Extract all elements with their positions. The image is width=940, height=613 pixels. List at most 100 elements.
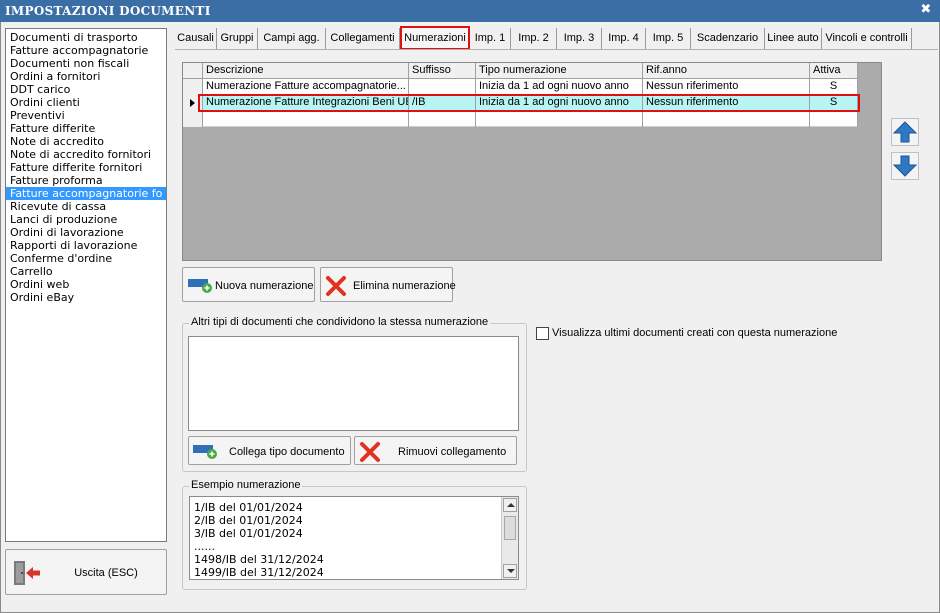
example-line: 1499/IB del 31/12/2024: [194, 566, 324, 579]
example-numbering-text[interactable]: 1/IB del 01/01/2024 2/IB del 01/01/2024 3/…: [189, 496, 519, 580]
scroll-down-icon[interactable]: [503, 564, 517, 578]
doc-type-item[interactable]: Fatture accompagnatorie: [6, 44, 166, 57]
tab-imp-1[interactable]: Imp. 1: [470, 28, 511, 49]
cell-descrizione[interactable]: Numerazione Fatture accompagnatorie...: [203, 79, 409, 95]
doc-type-item[interactable]: Preventivi: [6, 109, 166, 122]
doc-type-item[interactable]: Ricevute di cassa: [6, 200, 166, 213]
tab-collegamenti[interactable]: Collegamenti: [326, 28, 400, 49]
doc-type-item[interactable]: Lanci di produzione: [6, 213, 166, 226]
doc-type-item[interactable]: Fatture differite fornitori: [6, 161, 166, 174]
shared-document-types-list[interactable]: [188, 336, 519, 431]
doc-type-item[interactable]: Ordini web: [6, 278, 166, 291]
show-last-documents-label: Visualizza ultimi documenti creati con q…: [552, 327, 838, 339]
grid-row-selected[interactable]: Numerazione Fatture Integrazioni Beni UE…: [183, 95, 858, 111]
tab-causali[interactable]: Causali: [175, 28, 217, 49]
arrow-down-icon: [892, 155, 918, 177]
close-icon[interactable]: ✖: [918, 2, 934, 18]
exit-door-icon: [14, 561, 40, 585]
tab-gruppi[interactable]: Gruppi: [217, 28, 258, 49]
cell-empty[interactable]: [810, 111, 858, 127]
new-numbering-button[interactable]: Nuova numerazione: [182, 267, 315, 302]
doc-type-item[interactable]: Fatture differite: [6, 122, 166, 135]
column-header-rif-anno[interactable]: Rif.anno: [643, 63, 810, 79]
doc-type-item[interactable]: Note di accredito fornitori: [6, 148, 166, 161]
doc-type-item[interactable]: Rapporti di lavorazione: [6, 239, 166, 252]
tab-scadenzario[interactable]: Scadenzario: [691, 28, 765, 49]
move-down-button[interactable]: [891, 152, 919, 180]
column-header-tipo[interactable]: Tipo numerazione: [476, 63, 643, 79]
add-record-icon: [188, 279, 212, 293]
row-header-current[interactable]: [183, 95, 203, 111]
column-header-descrizione[interactable]: Descrizione: [203, 63, 409, 79]
new-numbering-label: Nuova numerazione: [215, 280, 314, 292]
link-add-icon: [193, 445, 217, 459]
cell-rif-anno[interactable]: Nessun riferimento: [643, 79, 810, 95]
doc-type-item[interactable]: Note di accredito: [6, 135, 166, 148]
delete-numbering-label: Elimina numerazione: [353, 280, 456, 292]
delete-numbering-button[interactable]: Elimina numerazione: [320, 267, 456, 302]
show-last-documents-checkbox[interactable]: [536, 327, 549, 340]
example-line: ......: [194, 540, 215, 553]
tab-imp-5[interactable]: Imp. 5: [646, 28, 691, 49]
cell-suffisso[interactable]: [409, 79, 476, 95]
remove-x-icon: [360, 442, 380, 462]
doc-type-item[interactable]: Ordini clienti: [6, 96, 166, 109]
example-line: 3/IB del 01/01/2024: [194, 527, 303, 540]
tab-imp-4[interactable]: Imp. 4: [602, 28, 646, 49]
cell-empty[interactable]: [203, 111, 409, 127]
exit-button-label: Uscita (ESC): [74, 567, 138, 579]
cell-suffisso[interactable]: /IB: [409, 95, 476, 111]
doc-type-item[interactable]: Fatture proforma: [6, 174, 166, 187]
example-lines: 1/IB del 01/01/2024 2/IB del 01/01/2024 3/…: [190, 501, 324, 579]
doc-type-item[interactable]: Ordini a fornitori: [6, 70, 166, 83]
example-line: 2/IB del 01/01/2024: [194, 514, 303, 527]
tab-linee-auto[interactable]: Linee auto: [765, 28, 822, 49]
window-title: IMPOSTAZIONI DOCUMENTI: [5, 4, 211, 18]
cell-descrizione[interactable]: Numerazione Fatture Integrazioni Beni UE: [203, 95, 409, 111]
tab-imp-2[interactable]: Imp. 2: [511, 28, 557, 49]
numerazioni-grid[interactable]: Descrizione Suffisso Tipo numerazione Ri…: [182, 62, 882, 261]
scroll-thumb[interactable]: [504, 516, 516, 540]
grid-new-row[interactable]: [183, 111, 858, 127]
cell-empty[interactable]: [643, 111, 810, 127]
doc-type-item[interactable]: Carrello: [6, 265, 166, 278]
doc-type-item[interactable]: Ordini di lavorazione: [6, 226, 166, 239]
scroll-up-icon[interactable]: [503, 498, 517, 512]
grid-header: Descrizione Suffisso Tipo numerazione Ri…: [183, 63, 858, 79]
cell-tipo[interactable]: Inizia da 1 ad ogni nuovo anno: [476, 79, 643, 95]
grid-header-corner: [183, 63, 203, 79]
cell-empty[interactable]: [409, 111, 476, 127]
move-up-button[interactable]: [891, 118, 919, 146]
doc-type-item[interactable]: DDT carico: [6, 83, 166, 96]
tab-campi-agg[interactable]: Campi agg.: [258, 28, 326, 49]
doc-type-item[interactable]: Documenti non fiscali: [6, 57, 166, 70]
cell-empty[interactable]: [476, 111, 643, 127]
column-header-suffisso[interactable]: Suffisso: [409, 63, 476, 79]
doc-type-item[interactable]: Ordini eBay: [6, 291, 166, 304]
doc-type-item[interactable]: Documenti di trasporto: [6, 31, 166, 44]
tab-vincoli-e-controlli[interactable]: Vincoli e controlli: [822, 28, 912, 49]
tab-strip: Causali Gruppi Campi agg. Collegamenti Numer…: [175, 26, 938, 50]
doc-type-item[interactable]: Conferme d'ordine: [6, 252, 166, 265]
row-header[interactable]: [183, 79, 203, 95]
exit-button[interactable]: Uscita (ESC): [5, 549, 167, 595]
column-header-attiva[interactable]: Attiva: [810, 63, 858, 79]
cell-attiva[interactable]: S: [810, 79, 858, 95]
cell-tipo[interactable]: Inizia da 1 ad ogni nuovo anno: [476, 95, 643, 111]
example-line: 1498/IB del 31/12/2024: [194, 553, 324, 566]
row-header[interactable]: [183, 111, 203, 127]
document-type-list[interactable]: Documenti di trasporto Fatture accompagna…: [5, 28, 167, 542]
window-title-bar: IMPOSTAZIONI DOCUMENTI ✖: [0, 0, 940, 22]
grid-row[interactable]: Numerazione Fatture accompagnatorie... I…: [183, 79, 858, 95]
cell-rif-anno[interactable]: Nessun riferimento: [643, 95, 810, 111]
example-vertical-scrollbar[interactable]: [501, 497, 518, 579]
delete-x-icon: [326, 276, 346, 296]
remove-link-button[interactable]: Rimuovi collegamento: [354, 436, 517, 465]
tab-panel-border: [175, 49, 938, 50]
link-document-type-label: Collega tipo documento: [229, 446, 345, 458]
doc-type-item-selected[interactable]: Fatture accompagnatorie fo: [6, 187, 166, 200]
cell-attiva[interactable]: S: [810, 95, 858, 111]
link-document-type-button[interactable]: Collega tipo documento: [188, 436, 351, 465]
tab-imp-3[interactable]: Imp. 3: [557, 28, 602, 49]
tab-numerazioni[interactable]: Numerazioni: [400, 26, 470, 50]
